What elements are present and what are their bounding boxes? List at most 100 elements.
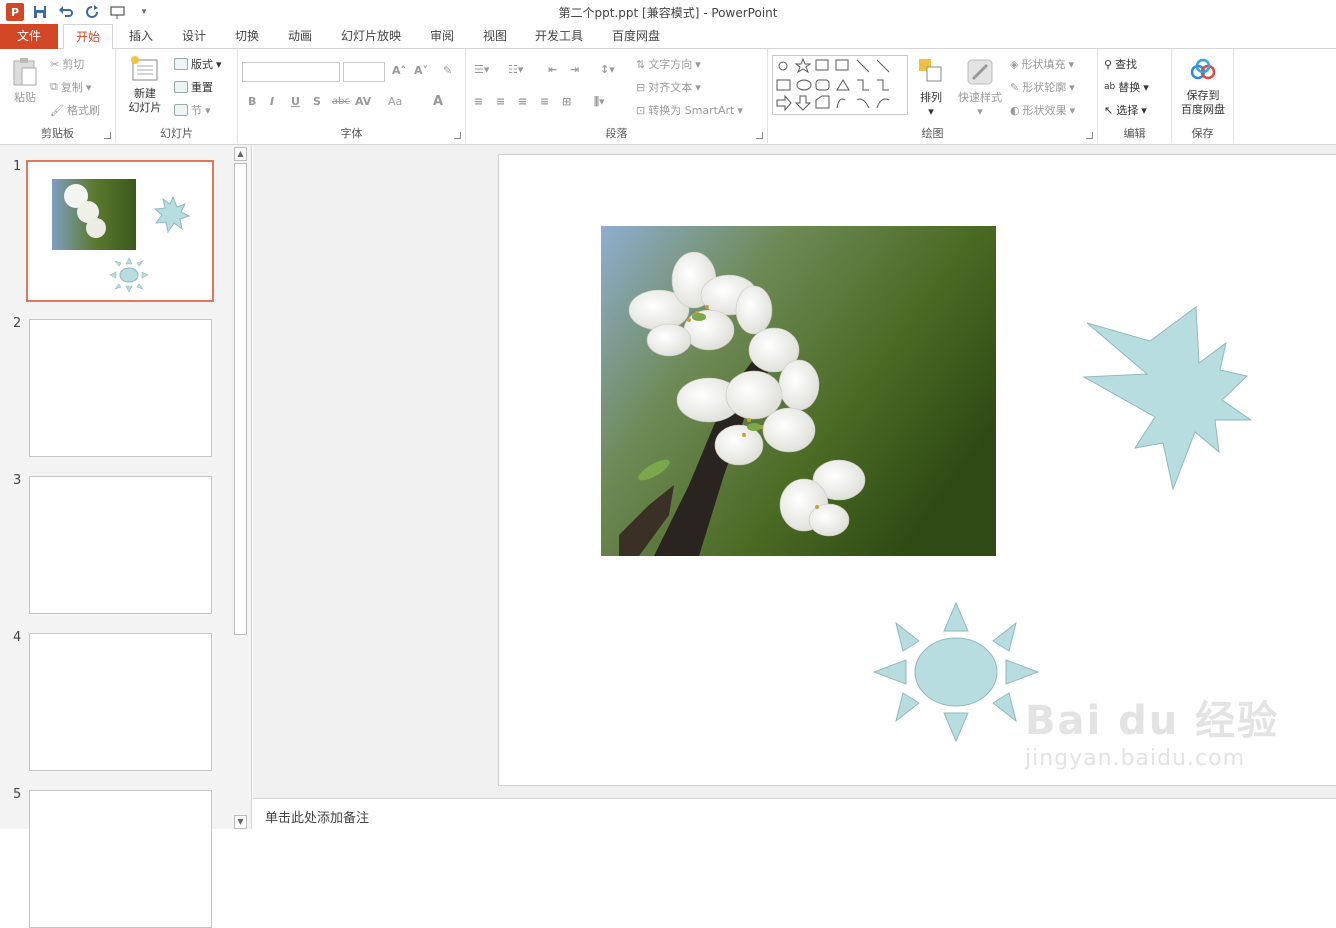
bold-button[interactable]: B [248,95,256,108]
tab-animations[interactable]: 动画 [277,24,323,49]
sun-shape[interactable] [872,601,1040,743]
smartart-icon: ⊡ [636,103,646,117]
arrange-button[interactable]: 排列 ▾ [914,57,948,119]
columns-icon[interactable]: ⫼▾ [594,95,605,109]
change-case-button[interactable]: Aa [388,95,402,108]
shape-outline-button[interactable]: ✎ 形状轮廓 ▾ [1010,79,1075,95]
slide-thumbnail-4[interactable] [29,633,212,771]
thumbnail-number: 4 [13,630,22,645]
font-group-label: 字体 [340,127,363,140]
justify-icon[interactable]: ≡ [540,95,549,108]
increase-font-icon[interactable]: A˄ [392,64,406,77]
strikethrough-button[interactable]: abc [332,96,350,107]
shapes-gallery[interactable] [772,55,908,115]
tab-baidu-netdisk[interactable]: 百度网盘 [603,24,669,49]
layout-button[interactable]: 版式 ▾ [174,56,222,72]
notes-pane[interactable]: 单击此处添加备注 [253,798,1336,829]
tab-insert[interactable]: 插入 [118,24,164,49]
new-slide-button[interactable]: 新建 幻灯片 [122,55,168,115]
star-burst-shape[interactable] [1082,306,1253,491]
replace-button[interactable]: ab 替换 ▾ [1104,79,1149,95]
bullets-icon[interactable]: ☰▾ [474,63,489,76]
shape-effects-button[interactable]: ◐ 形状效果 ▾ [1010,102,1075,118]
cursor-icon: ↖ [1104,103,1114,117]
slide-thumbnail-3[interactable] [29,476,212,614]
copy-button[interactable]: ⧉ 复制 ▾ [50,79,91,95]
increase-indent-icon[interactable]: ⇥ [570,63,579,76]
font-launcher-icon[interactable] [454,132,461,139]
decrease-indent-icon[interactable]: ⇤ [548,63,557,76]
binoculars-icon: ⚲ [1104,57,1113,71]
smartart-button[interactable]: ⊡ 转换为 SmartArt ▾ [636,102,743,118]
section-button[interactable]: 节 ▾ [174,102,211,118]
font-group: A˄ A˅ ✎ B I U S abc AV Aa A 字体 [238,49,466,143]
save-to-baidu-button[interactable]: 保存到 百度网盘 [1176,57,1230,117]
align-text-button[interactable]: ⊟ 对齐文本 ▾ [636,79,701,95]
tab-file[interactable]: 文件 [0,24,58,49]
italic-button[interactable]: I [270,95,274,108]
align-right-icon[interactable]: ≡ [518,95,527,108]
flower-photo[interactable] [601,226,996,556]
select-button[interactable]: ↖ 选择 ▾ [1104,102,1147,118]
tab-design[interactable]: 设计 [171,24,217,49]
scroll-down-icon[interactable]: ▼ [234,815,247,829]
paste-icon [13,58,37,86]
save-group: 保存到 百度网盘 保存 [1172,49,1234,143]
paragraph-group: ☰▾ ☷▾ ⇤ ⇥ ↕▾ ≡ ≡ ≡ ≡ ⊞ ⫼▾ ⇅ 文字方向 ▾ ⊟ 对齐文本 ▾ … [466,49,768,143]
slide-thumbnail-1-preview [52,179,191,293]
window-title: 第二个ppt.ppt [兼容模式] - PowerPoint [558,6,778,20]
thumbnail-scrollbar[interactable]: ▲ ▼ [233,147,248,829]
shape-fill-button[interactable]: ◈ 形状填充 ▾ [1010,56,1074,72]
cut-button[interactable]: ✂ 剪切 [50,56,84,72]
format-painter-button[interactable]: 🖌 格式刷 [50,102,100,118]
font-color-button[interactable]: A [433,94,443,109]
tab-slideshow[interactable]: 幻灯片放映 [333,24,409,49]
slide-thumbnail-1[interactable] [26,160,214,302]
tab-review[interactable]: 审阅 [419,24,465,49]
tab-transitions[interactable]: 切换 [224,24,270,49]
copy-icon: ⧉ [50,80,58,93]
notes-placeholder: 单击此处添加备注 [265,811,370,826]
quick-styles-icon [967,59,993,85]
find-button[interactable]: ⚲ 查找 [1104,56,1137,72]
scroll-up-icon[interactable]: ▲ [234,147,247,161]
slide-thumbnail-5[interactable] [29,790,212,928]
tab-developer[interactable]: 开发工具 [527,24,591,49]
thumbnail-number: 2 [13,316,22,331]
distributed-icon[interactable]: ⊞ [562,95,571,108]
effects-icon: ◐ [1010,103,1020,117]
numbering-icon[interactable]: ☷▾ [508,63,523,76]
scrollbar-thumb[interactable] [234,163,247,635]
paragraph-launcher-icon[interactable] [756,132,763,139]
slides-group: 新建 幻灯片 版式 ▾ 重置 节 ▾ 幻灯片 [116,49,238,143]
tab-view[interactable]: 视图 [472,24,518,49]
brush-icon: 🖌 [50,103,64,117]
quick-styles-button[interactable]: 快速样式 ▾ [954,57,1006,119]
reset-button[interactable]: 重置 [174,79,213,95]
text-direction-button[interactable]: ⇅ 文字方向 ▾ [636,56,701,72]
clear-formatting-icon[interactable]: ✎ [443,64,452,77]
char-spacing-button[interactable]: AV [355,95,371,108]
underline-button[interactable]: U [291,95,300,108]
font-size-select[interactable] [343,62,385,82]
slide-thumbnail-2[interactable] [29,319,212,457]
shadow-button[interactable]: S [313,95,321,108]
reset-icon [174,81,188,93]
align-center-icon[interactable]: ≡ [496,95,505,108]
line-spacing-icon[interactable]: ↕▾ [600,63,615,76]
text-direction-icon: ⇅ [636,57,646,71]
drawing-group: 排列 ▾ 快速样式 ▾ ◈ 形状填充 ▾ ✎ 形状轮廓 ▾ ◐ 形状效果 ▾ 绘图 [768,49,1098,143]
title-bar: P ▾ 第二个ppt.ppt [兼容模式] - PowerPoint [0,0,1336,24]
tab-home[interactable]: 开始 [63,24,113,50]
section-icon [174,104,188,116]
paste-button[interactable]: 粘贴 [8,57,42,105]
drawing-launcher-icon[interactable] [1086,132,1093,139]
pen-icon: ✎ [1010,80,1020,94]
clipboard-group-label: 剪贴板 [41,127,74,140]
save-group-label: 保存 [1191,127,1214,140]
font-family-select[interactable] [242,62,340,82]
decrease-font-icon[interactable]: A˅ [414,64,428,77]
align-left-icon[interactable]: ≡ [474,95,483,108]
paragraph-group-label: 段落 [605,127,628,140]
clipboard-launcher-icon[interactable] [104,132,111,139]
